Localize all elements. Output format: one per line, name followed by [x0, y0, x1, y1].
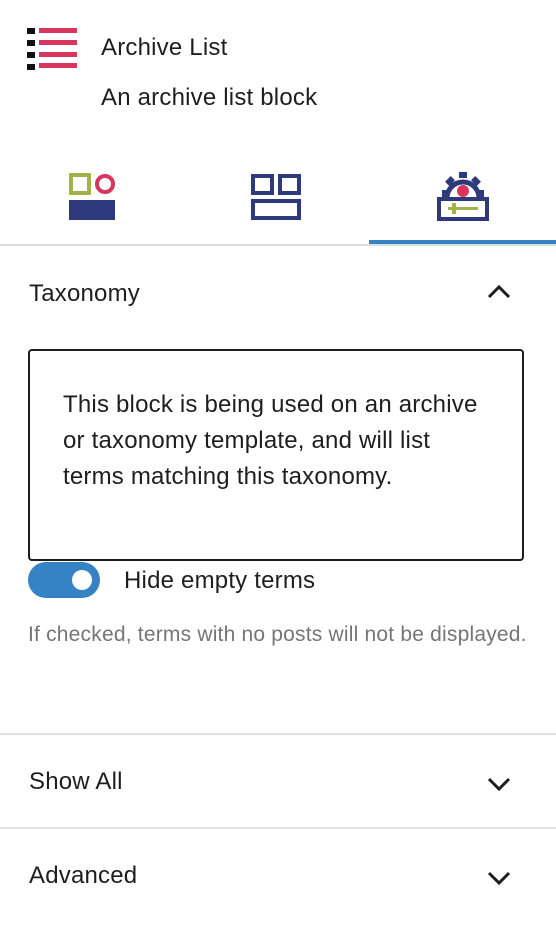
hide-empty-terms-label[interactable]: Hide empty terms — [124, 567, 315, 595]
chevron-up-icon — [487, 284, 511, 299]
tab-layout[interactable] — [184, 160, 368, 244]
active-tab-indicator — [369, 240, 556, 244]
block-card: Archive List An archive list block — [0, 0, 556, 140]
chevron-down-icon — [487, 777, 511, 792]
panel-title-show-all: Show All — [29, 768, 123, 795]
settings-gear-icon — [436, 172, 489, 221]
panel-divider — [0, 827, 556, 829]
hide-empty-terms-help: If checked, terms with no posts will not… — [28, 623, 527, 646]
inspector-tabs — [0, 160, 556, 246]
taxonomy-notice: This block is being used on an archive o… — [28, 349, 524, 561]
hide-empty-terms-toggle[interactable] — [28, 562, 100, 598]
panel-advanced-toggle[interactable]: Advanced — [0, 842, 556, 912]
styles-icon — [69, 173, 115, 220]
tab-styles[interactable] — [0, 160, 184, 244]
chevron-down-icon — [487, 871, 511, 886]
panel-taxonomy-toggle[interactable]: Taxonomy — [0, 258, 556, 328]
list-icon — [27, 28, 77, 70]
panel-title-advanced: Advanced — [29, 862, 138, 889]
layout-grid-icon — [251, 174, 301, 220]
block-description: An archive list block — [101, 84, 318, 111]
block-title: Archive List — [101, 34, 228, 61]
tab-settings[interactable] — [369, 160, 556, 244]
panel-title-taxonomy: Taxonomy — [29, 280, 140, 307]
panel-divider — [0, 733, 556, 735]
toggle-knob — [72, 570, 92, 590]
panel-show-all-toggle[interactable]: Show All — [0, 748, 556, 818]
